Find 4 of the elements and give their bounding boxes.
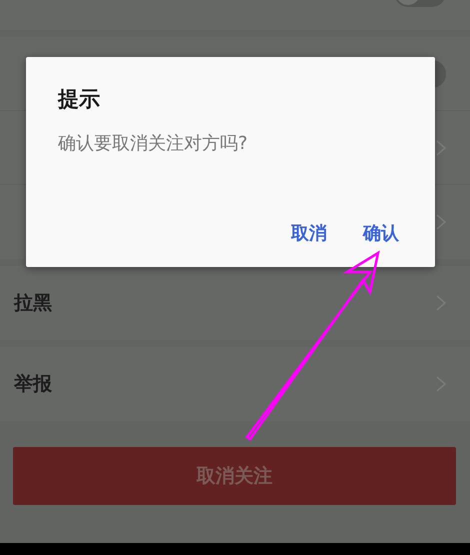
row-label: 举报 <box>14 372 52 397</box>
dialog-title: 提示 <box>58 86 101 113</box>
dialog-message: 确认要取消关注对方吗? <box>58 132 249 155</box>
row-label: 拉黑 <box>14 291 52 316</box>
